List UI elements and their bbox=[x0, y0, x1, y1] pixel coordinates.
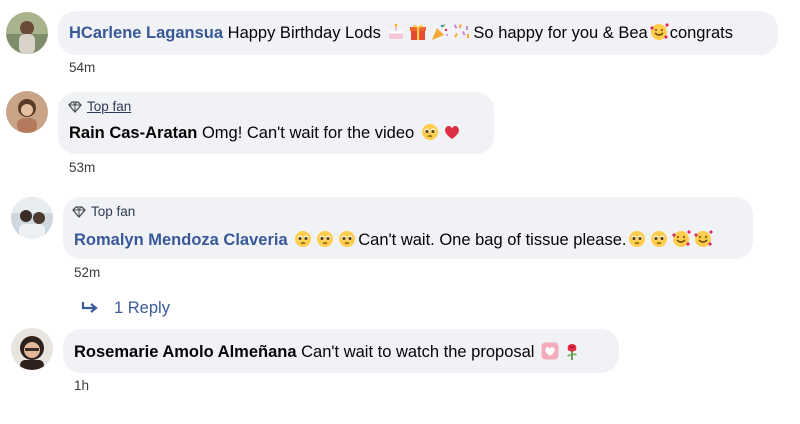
top-fan-badge: Top fan bbox=[72, 204, 135, 220]
comment-text: Can't wait. One bag of tissue please. bbox=[358, 231, 627, 249]
confetti-emoji bbox=[454, 24, 470, 38]
comment-timestamp[interactable]: 53m bbox=[69, 160, 95, 176]
gem-icon bbox=[72, 206, 86, 218]
comment-author[interactable]: Rain Cas-Aratan bbox=[69, 124, 197, 142]
top-fan-badge: Top fan bbox=[68, 99, 131, 115]
avatar[interactable] bbox=[11, 328, 53, 370]
comment-timestamp[interactable]: 54m bbox=[69, 60, 95, 76]
red-heart-emoji bbox=[444, 126, 459, 139]
comment-text: congrats bbox=[669, 24, 733, 42]
top-fan-label[interactable]: Top fan bbox=[87, 99, 131, 114]
cake-emoji bbox=[389, 23, 404, 39]
comment-timestamp[interactable]: 52m bbox=[74, 265, 100, 281]
heart-box-emoji bbox=[541, 342, 559, 360]
comment-line: Romalyn Mendoza Claveria Can't wait. One… bbox=[74, 229, 714, 251]
pleading-face-emoji bbox=[629, 231, 646, 247]
comment-timestamp[interactable]: 1h bbox=[74, 378, 89, 394]
comment-line: Rosemarie Amolo Almeñana Can't wait to w… bbox=[74, 341, 583, 363]
gift-emoji bbox=[410, 24, 427, 40]
comment-author[interactable]: Rosemarie Amolo Almeñana bbox=[74, 343, 297, 361]
reply-arrow-icon bbox=[81, 302, 98, 313]
view-replies-link[interactable]: 1 Reply bbox=[80, 298, 170, 318]
pleading-face-emoji bbox=[295, 231, 312, 247]
comment-author[interactable]: Romalyn Mendoza Claveria bbox=[74, 231, 288, 249]
comment-text: Omg! Can't wait for the video bbox=[201, 124, 419, 142]
comment-line: HCarlene Lagansua Happy Birthday Lods So… bbox=[69, 22, 733, 44]
comment-text: So happy for you & Bea bbox=[473, 24, 648, 42]
comment-line: Rain Cas-Aratan Omg! Can't wait for the … bbox=[69, 122, 463, 144]
pleading-face-emoji bbox=[339, 231, 356, 247]
smiling-hearts-emoji bbox=[649, 23, 669, 40]
avatar[interactable] bbox=[11, 197, 53, 239]
avatar[interactable] bbox=[6, 12, 48, 54]
smiling-hearts-emoji bbox=[672, 230, 692, 247]
comment-text: Happy Birthday Lods bbox=[227, 24, 386, 42]
party-popper-emoji bbox=[432, 24, 449, 40]
pleading-face-emoji bbox=[651, 231, 668, 247]
replies-count[interactable]: 1 Reply bbox=[114, 299, 170, 317]
comment-text: Can't wait to watch the proposal bbox=[301, 343, 540, 361]
top-fan-label[interactable]: Top fan bbox=[91, 204, 135, 219]
comment-author[interactable]: HCarlene Lagansua bbox=[69, 24, 223, 42]
pleading-face-emoji bbox=[317, 231, 334, 247]
smiling-hearts-emoji bbox=[694, 230, 714, 247]
avatar[interactable] bbox=[6, 91, 48, 133]
rose-emoji bbox=[567, 344, 578, 360]
pleading-face-emoji bbox=[421, 124, 438, 140]
gem-icon bbox=[68, 101, 82, 113]
